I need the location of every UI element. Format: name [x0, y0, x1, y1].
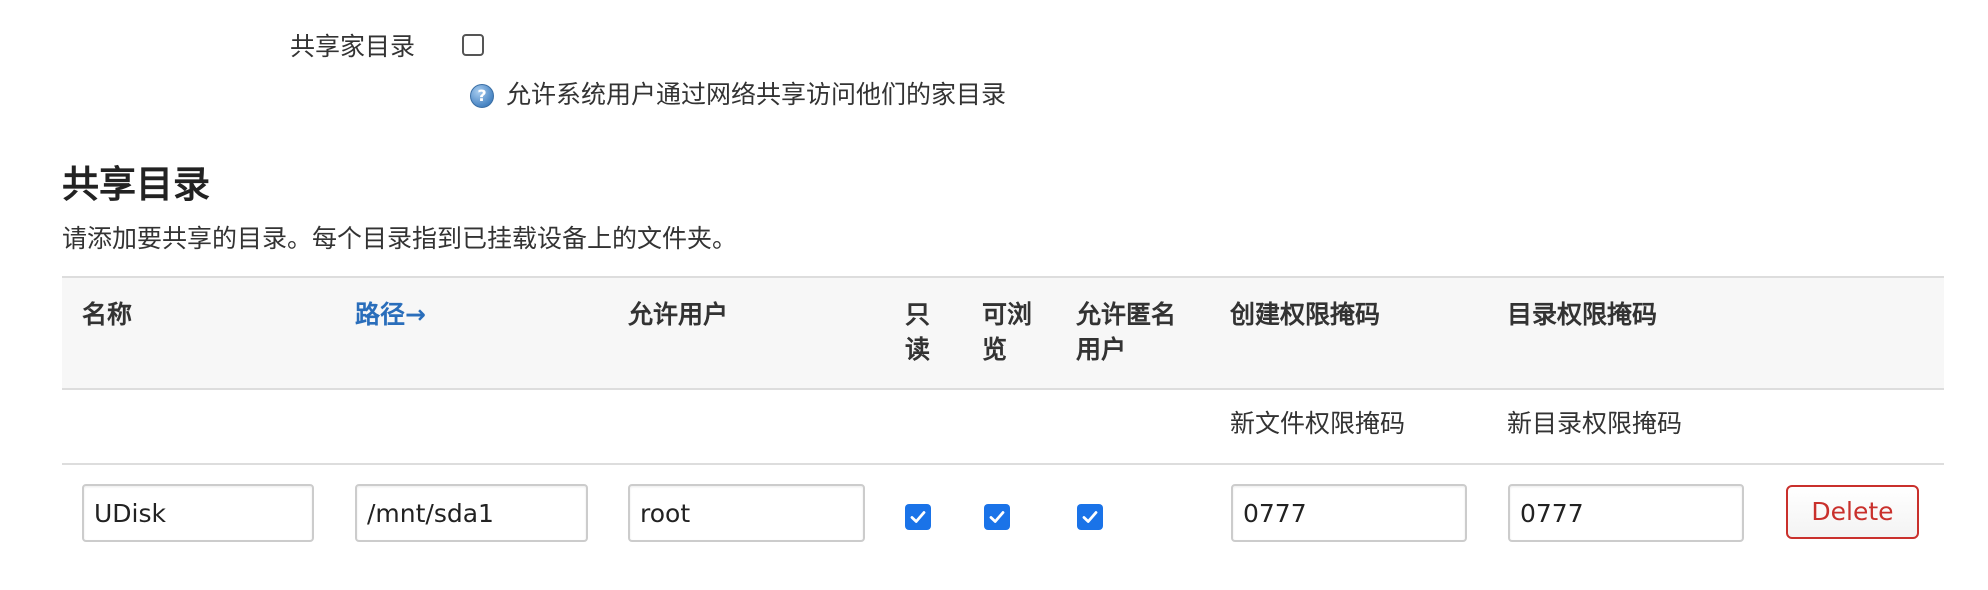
browseable-checkbox[interactable]: [984, 504, 1010, 530]
read-only-checkbox[interactable]: [905, 504, 931, 530]
home-share-checkbox[interactable]: [462, 34, 484, 56]
column-header-guest-line2: 用户: [1076, 335, 1127, 364]
allowed-users-input[interactable]: [628, 484, 865, 542]
column-header-create-mask: 创建权限掩码: [1230, 300, 1381, 329]
column-header-browseable-line1: 可浏: [982, 300, 1033, 329]
delete-button[interactable]: Delete: [1786, 485, 1919, 539]
column-header-path-sort-link[interactable]: 路径→: [355, 298, 426, 332]
check-icon: [1082, 511, 1098, 523]
create-mask-input[interactable]: [1231, 484, 1467, 542]
home-share-help-text: 允许系统用户通过网络共享访问他们的家目录: [506, 80, 1007, 109]
home-share-label: 共享家目录: [290, 32, 416, 61]
share-name-input[interactable]: [82, 484, 314, 542]
dir-mask-description: 新目录权限掩码: [1507, 409, 1683, 438]
section-title: 共享目录: [62, 163, 210, 206]
dir-mask-input[interactable]: [1508, 484, 1744, 542]
share-path-input[interactable]: [355, 484, 588, 542]
column-header-name: 名称: [82, 300, 133, 329]
column-header-browseable-line2: 览: [982, 335, 1008, 364]
help-icon: ?: [470, 84, 494, 108]
column-header-readonly-line1: 只: [905, 300, 931, 329]
create-mask-description: 新文件权限掩码: [1230, 409, 1406, 438]
column-header-dir-mask: 目录权限掩码: [1507, 300, 1658, 329]
section-description: 请添加要共享的目录。每个目录指到已挂载设备上的文件夹。: [62, 224, 738, 253]
check-icon: [910, 511, 926, 523]
row-divider: [62, 463, 1944, 465]
column-header-readonly-line2: 读: [905, 335, 931, 364]
column-header-users: 允许用户: [628, 300, 729, 329]
guest-ok-checkbox[interactable]: [1077, 504, 1103, 530]
column-header-guest-line1: 允许匿名: [1076, 300, 1177, 329]
check-icon: [989, 511, 1005, 523]
